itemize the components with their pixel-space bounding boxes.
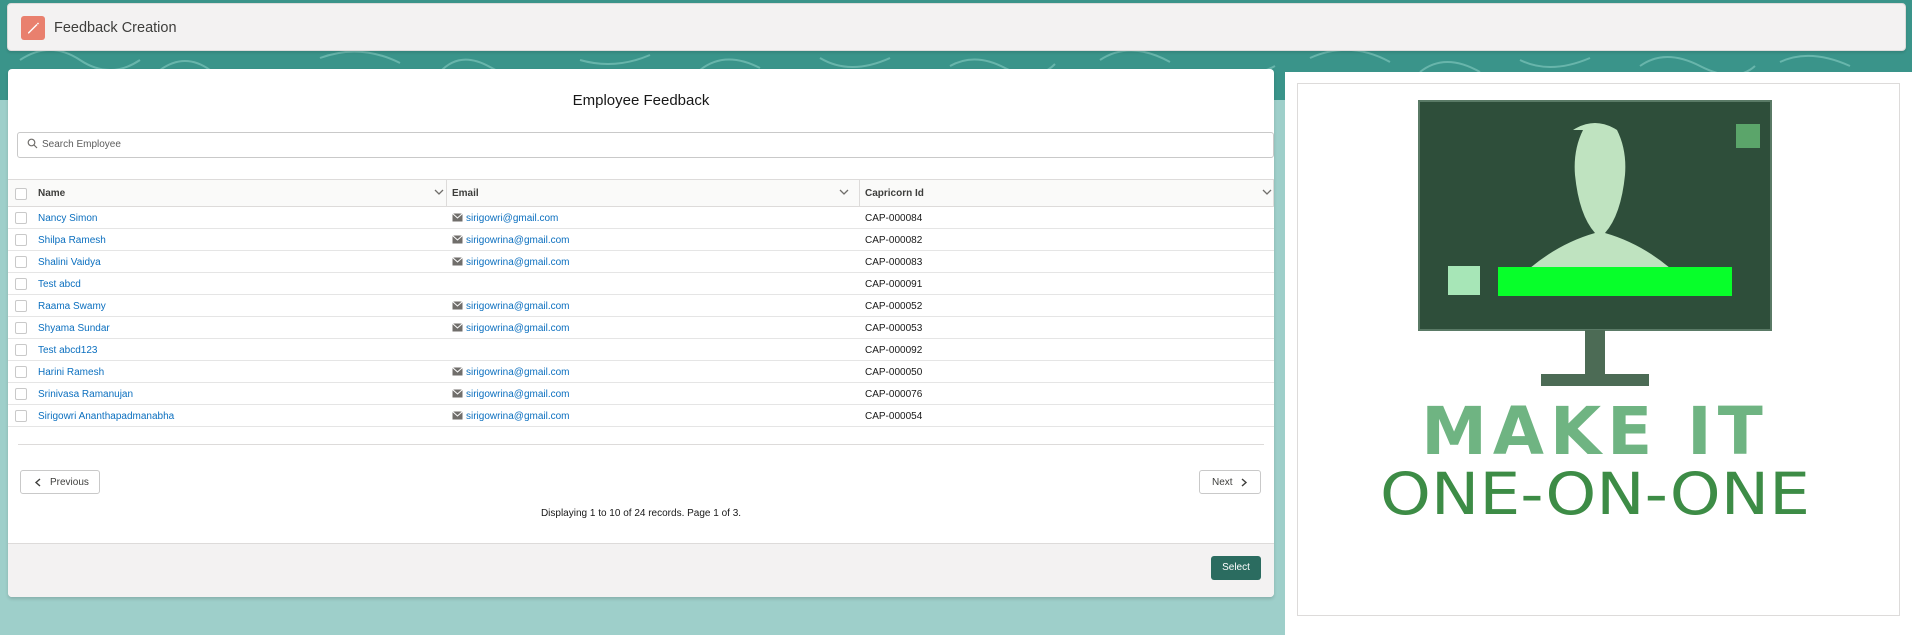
chevron-down-icon[interactable] [434,187,444,197]
row-checkbox[interactable] [15,300,27,312]
employee-email-link[interactable]: sirigowrina@gmail.com [466,257,570,268]
table-row[interactable]: Harini Ramesh sirigowrina@gmail.com CAP-00… [8,361,1274,383]
row-checkbox[interactable] [15,212,27,224]
email-icon [452,367,463,376]
employee-email-link[interactable]: sirigowrina@gmail.com [466,235,570,246]
employee-name-link[interactable]: Raama Swamy [38,301,106,312]
logo-line-2: ONE-ON-ONE [1380,460,1810,528]
employee-email-link[interactable]: sirigowrina@gmail.com [466,367,570,378]
employee-name-link[interactable]: Srinivasa Ramanujan [38,389,133,400]
table-header: Name Email Capricorn Id [8,179,1274,207]
search-employee-input[interactable]: Search Employee [17,132,1274,158]
table-row[interactable]: Raama Swamy sirigowrina@gmail.com CAP-0000… [8,295,1274,317]
column-email-label: Email [452,188,479,199]
row-checkbox[interactable] [15,388,27,400]
employee-name-link[interactable]: Nancy Simon [38,213,97,224]
table-row[interactable]: Test abcd CAP-000091 [8,273,1274,295]
capricorn-id: CAP-000083 [865,257,923,268]
capricorn-id: CAP-000084 [865,213,923,224]
employee-email-link[interactable]: sirigowri@gmail.com [466,213,558,224]
select-button[interactable]: Select [1211,556,1261,580]
employee-email-link[interactable]: sirigowrina@gmail.com [466,323,570,334]
column-name-label: Name [38,188,66,199]
row-checkbox[interactable] [15,410,27,422]
next-button[interactable]: Next [1199,470,1261,494]
logo-panel: MAKE IT ONE-ON-ONE [1285,72,1912,635]
employee-name-link[interactable]: Test abcd123 [38,345,98,356]
select-all-checkbox[interactable] [15,188,27,200]
pencil-icon [21,16,45,40]
table-row[interactable]: Test abcd123 CAP-000092 [8,339,1274,361]
employee-name-link[interactable]: Harini Ramesh [38,367,104,378]
table-row[interactable]: Shilpa Ramesh sirigowrina@gmail.com CAP-00… [8,229,1274,251]
employee-email-link[interactable]: sirigowrina@gmail.com [466,301,570,312]
email-icon [452,389,463,398]
column-divider [1273,180,1274,206]
records-summary: Displaying 1 to 10 of 24 records. Page 1… [540,508,742,519]
row-checkbox[interactable] [15,322,27,334]
capricorn-id: CAP-000054 [865,411,923,422]
capricorn-id: CAP-000092 [865,345,923,356]
email-icon [452,323,463,332]
email-icon [452,301,463,310]
divider [18,444,1264,445]
employee-name-link[interactable]: Shilpa Ramesh [38,235,106,246]
column-header-name[interactable]: Name [32,180,454,206]
column-header-email[interactable]: Email [446,180,860,206]
employee-name-link[interactable]: Shyama Sundar [38,323,110,334]
table-row[interactable]: Sirigowri Ananthapadmanabha sirigowrina@g… [8,405,1274,427]
row-checkbox[interactable] [15,278,27,290]
capricorn-id: CAP-000053 [865,323,923,334]
capricorn-id: CAP-000082 [865,235,923,246]
table-row[interactable]: Nancy Simon sirigowri@gmail.com CAP-000084 [8,207,1274,229]
previous-label: Previous [50,477,89,488]
email-icon [452,213,463,222]
employee-name-link[interactable]: Test abcd [38,279,81,290]
row-checkbox[interactable] [15,234,27,246]
make-it-one-on-one-logo: MAKE IT ONE-ON-ONE [1380,100,1810,528]
chevron-down-icon[interactable] [839,187,849,197]
employee-name-link[interactable]: Sirigowri Ananthapadmanabha [38,411,174,422]
app-header: Feedback Creation [7,3,1906,51]
chevron-right-icon [1241,478,1248,487]
employee-email-link[interactable]: sirigowrina@gmail.com [466,411,570,422]
email-icon [452,235,463,244]
email-icon [452,411,463,420]
employee-name-link[interactable]: Shalini Vaidya [38,257,101,268]
column-capricorn-id-label: Capricorn Id [865,188,924,199]
email-icon [452,257,463,266]
capricorn-id: CAP-000076 [865,389,923,400]
capricorn-id: CAP-000091 [865,279,923,290]
search-icon [27,138,38,149]
logo-frame: MAKE IT ONE-ON-ONE [1297,83,1900,616]
previous-button[interactable]: Previous [20,470,100,494]
card-title: Employee Feedback [572,92,710,109]
row-checkbox[interactable] [15,344,27,356]
page-title: Feedback Creation [54,20,177,36]
table-row[interactable]: Srinivasa Ramanujan sirigowrina@gmail.com… [8,383,1274,405]
row-checkbox[interactable] [15,366,27,378]
capricorn-id: CAP-000050 [865,367,923,378]
card-footer: Select [8,543,1274,597]
chevron-left-icon [34,478,41,487]
next-label: Next [1212,477,1233,488]
row-checkbox[interactable] [15,256,27,268]
logo-line-1: MAKE IT [1421,393,1769,470]
employee-feedback-card: Employee Feedback Search Employee Name E… [8,69,1274,597]
chevron-down-icon[interactable] [1262,187,1272,197]
table-row[interactable]: Shalini Vaidya sirigowrina@gmail.com CAP-0… [8,251,1274,273]
column-header-capricorn-id[interactable]: Capricorn Id [859,180,1273,206]
employee-email-link[interactable]: sirigowrina@gmail.com [466,389,570,400]
capricorn-id: CAP-000052 [865,301,923,312]
search-placeholder: Search Employee [42,139,121,150]
table-row[interactable]: Shyama Sundar sirigowrina@gmail.com CAP-00… [8,317,1274,339]
